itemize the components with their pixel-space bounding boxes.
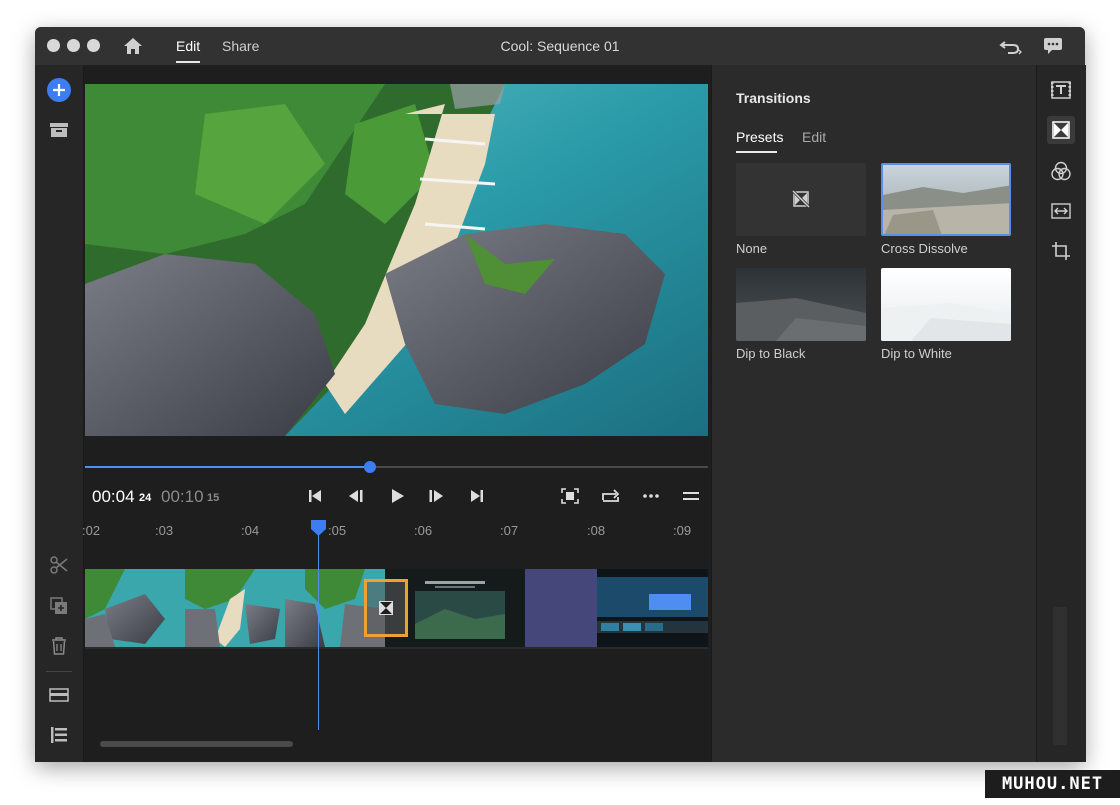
playhead-handle[interactable] [311,520,326,536]
transition-icon [379,601,393,615]
go-to-start-button[interactable] [303,485,327,507]
ruler-tick: :04 [241,523,260,538]
step-back-button[interactable] [344,485,368,507]
color-icon[interactable] [1047,157,1075,185]
panel-title: Transitions [736,90,811,106]
watermark: MUHOU.NET [985,770,1120,798]
ruler-tick: :02 [82,523,101,538]
preset-none-thumb[interactable] [736,163,866,236]
timeline-menu-icon[interactable] [679,485,703,507]
duplicate-icon[interactable] [45,592,73,620]
split-clip-icon[interactable] [45,551,73,579]
preset-dip-to-white-label: Dip to White [881,346,952,361]
scrub-progress [85,466,370,468]
transition-marker[interactable] [364,579,408,637]
ruler-tick: :07 [500,523,519,538]
preset-none-label: None [736,241,768,256]
toolbar-divider [46,671,72,672]
more-options-icon[interactable] [639,485,663,507]
ruler-tick: :03 [155,523,174,538]
project-panel-icon[interactable] [45,116,73,144]
preset-cross-dissolve-thumb[interactable] [881,163,1011,236]
transitions-icon[interactable] [1047,116,1075,144]
no-transition-icon [791,189,811,209]
video-preview[interactable] [85,84,708,436]
total-duration-frames: 15 [207,492,220,504]
track-icon[interactable] [45,681,73,709]
crop-icon[interactable] [1047,237,1075,265]
tab-presets-underline [736,151,777,153]
delete-icon[interactable] [45,632,73,660]
current-timecode: 00:04 [92,487,135,506]
ruler-tick: :06 [414,523,433,538]
preset-dip-to-black-thumb[interactable] [736,268,866,341]
timeline-scrollbar[interactable] [100,741,293,747]
preset-dip-to-white-thumb[interactable] [881,268,1011,341]
play-button[interactable] [385,485,409,507]
color-matte-clip[interactable] [525,569,597,647]
current-timecode-frames: 24 [139,492,152,504]
ruler-tick: :09 [673,523,692,538]
step-forward-button[interactable] [424,485,448,507]
total-duration: 00:10 [161,487,204,506]
speed-icon[interactable] [1047,197,1075,225]
scrub-handle[interactable] [363,461,376,473]
preset-cross-dissolve-label: Cross Dissolve [881,241,968,256]
workspace: 00:04 24 00:10 15 :02 :03 :04 :05 :06 :0… [35,27,1086,762]
tab-presets[interactable]: Presets [736,129,783,145]
ruler-tick: :08 [587,523,606,538]
video-clip[interactable] [597,569,708,647]
preset-dip-to-black-label: Dip to Black [736,346,806,361]
video-clip[interactable] [85,569,185,647]
playhead-line [318,530,319,730]
add-media-icon[interactable] [45,76,73,104]
titles-icon[interactable] [1047,76,1075,104]
loop-playback-icon[interactable] [599,485,623,507]
tab-edit-transition[interactable]: Edit [802,129,826,145]
ruler-tick: :05 [328,523,347,538]
fit-to-screen-icon[interactable] [558,485,582,507]
properties-icon[interactable] [45,721,73,749]
audio-level-meter [1053,607,1067,745]
go-to-end-button[interactable] [465,485,489,507]
video-clip[interactable] [185,569,285,647]
